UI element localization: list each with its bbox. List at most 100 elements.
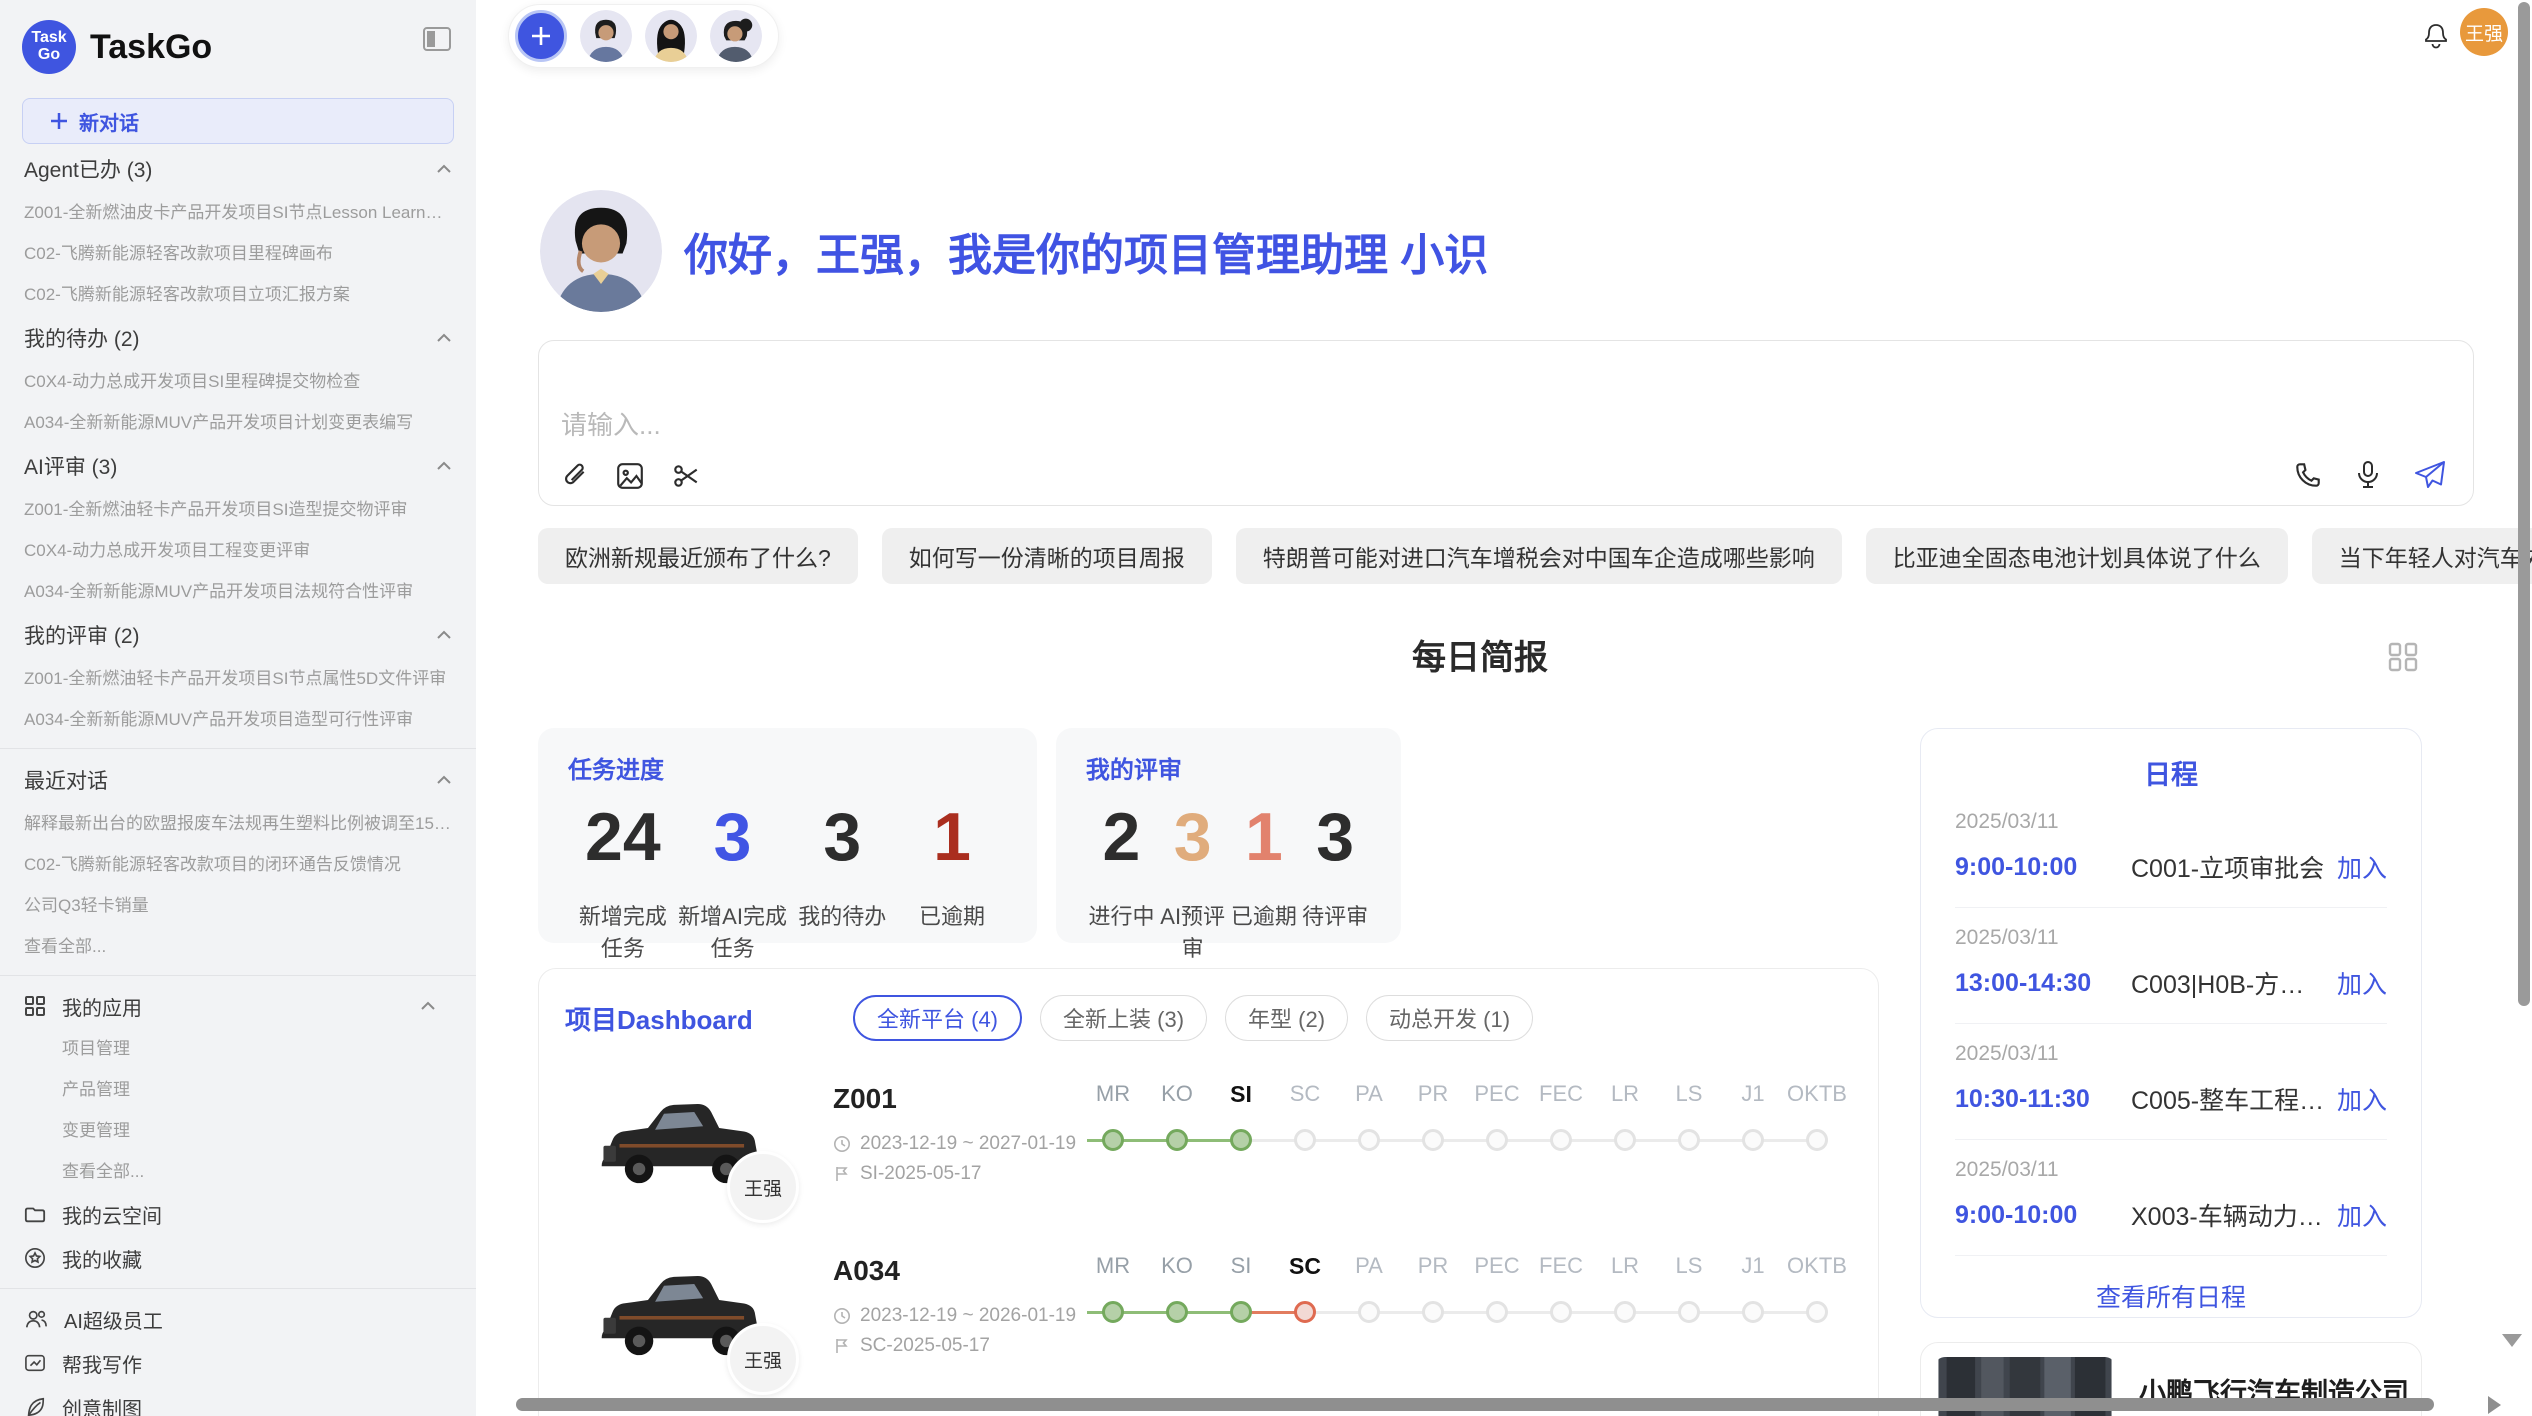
milestone[interactable]: MR bbox=[1081, 1253, 1145, 1415]
milestone[interactable]: LS bbox=[1657, 1081, 1721, 1243]
sidebar-collapse-icon[interactable] bbox=[422, 26, 452, 52]
milestone[interactable]: OKTB bbox=[1785, 1081, 1849, 1243]
sidebar-task-item[interactable]: A034-全新新能源MUV产品开发项目造型可行性评审 bbox=[0, 699, 476, 740]
suggestion-chip[interactable]: 欧洲新规最近颁布了什么? bbox=[538, 528, 858, 584]
sidebar-header: Task Go TaskGo bbox=[0, 0, 476, 82]
milestone[interactable]: SI bbox=[1209, 1081, 1273, 1243]
sidebar-section-header[interactable]: Agent已办 (3) bbox=[0, 146, 476, 192]
milestone[interactable]: FEC bbox=[1529, 1253, 1593, 1415]
sidebar-item-my-apps[interactable]: 我的应用 bbox=[0, 984, 476, 1028]
milestone[interactable]: OKTB bbox=[1785, 1253, 1849, 1415]
sidebar-section-header[interactable]: AI评审 (3) bbox=[0, 443, 476, 489]
sidebar-task-item[interactable]: Z001-全新燃油皮卡产品开发项目SI节点Lesson Learn报告 bbox=[0, 192, 476, 233]
horizontal-scrollbar[interactable] bbox=[516, 1398, 2434, 1411]
add-conversation-button[interactable] bbox=[515, 10, 567, 62]
contact-avatar[interactable] bbox=[645, 10, 697, 62]
schedule-time: 10:30-11:30 bbox=[1955, 1085, 2131, 1114]
notification-bell-icon[interactable] bbox=[2422, 20, 2450, 50]
milestone[interactable]: PR bbox=[1401, 1253, 1465, 1415]
sidebar-recent-header[interactable]: 最近对话 bbox=[0, 757, 476, 803]
milestone[interactable]: SI bbox=[1209, 1253, 1273, 1415]
scroll-down-arrow[interactable] bbox=[2502, 1334, 2522, 1347]
suggestion-chip[interactable]: 特朗普可能对进口汽车增税会对中国车企造成哪些影响 bbox=[1236, 528, 1842, 584]
project-vehicle-image: 王强 bbox=[591, 1259, 769, 1373]
suggestion-chip[interactable]: 比亚迪全固态电池计划具体说了什么 bbox=[1866, 528, 2288, 584]
milestone[interactable]: KO bbox=[1145, 1253, 1209, 1415]
sidebar-section-header[interactable]: 我的待办 (2) bbox=[0, 315, 476, 361]
app-sub-item[interactable]: 产品管理 bbox=[0, 1069, 476, 1110]
scroll-right-arrow[interactable] bbox=[2488, 1396, 2501, 1414]
project-row[interactable]: 王强 A034 2023-12-19 ~ 2026-01-19 bbox=[539, 1243, 1878, 1415]
recent-conversation-item[interactable]: 公司Q3轻卡销量 bbox=[0, 885, 476, 926]
recent-conversation-item[interactable]: 解释最新出台的欧盟报废车法规再生塑料比例被调至15%要求 bbox=[0, 803, 476, 844]
contact-avatar[interactable] bbox=[710, 10, 762, 62]
stat-label: AI预评审 bbox=[1157, 899, 1228, 963]
contact-avatar[interactable] bbox=[580, 10, 632, 62]
milestone[interactable]: PEC bbox=[1465, 1081, 1529, 1243]
milestone[interactable]: PA bbox=[1337, 1253, 1401, 1415]
milestone[interactable]: LR bbox=[1593, 1253, 1657, 1415]
milestone[interactable]: LS bbox=[1657, 1253, 1721, 1415]
join-meeting-link[interactable]: 加入 bbox=[2337, 965, 2387, 1001]
join-meeting-link[interactable]: 加入 bbox=[2337, 849, 2387, 885]
layout-grid-icon[interactable] bbox=[2386, 640, 2420, 674]
app-sub-item[interactable]: 变更管理 bbox=[0, 1110, 476, 1151]
microphone-icon[interactable] bbox=[2353, 460, 2383, 490]
dashboard-tab[interactable]: 年型 (2) bbox=[1225, 995, 1348, 1041]
suggestion-chip[interactable]: 当下年轻人对汽车外观有怎样的喜好趋势 bbox=[2312, 528, 2532, 584]
sidebar-task-item[interactable]: A034-全新新能源MUV产品开发项目计划变更表编写 bbox=[0, 402, 476, 443]
milestone-dot bbox=[1614, 1129, 1636, 1151]
new-chat-button[interactable]: 新对话 bbox=[22, 98, 454, 144]
dashboard-tab[interactable]: 动总开发 (1) bbox=[1366, 995, 1533, 1041]
sidebar-task-item[interactable]: C0X4-动力总成开发项目工程变更评审 bbox=[0, 530, 476, 571]
sidebar-task-item[interactable]: C02-飞腾新能源轻客改款项目里程碑画布 bbox=[0, 233, 476, 274]
image-icon[interactable] bbox=[615, 461, 645, 491]
app-sub-item[interactable]: 项目管理 bbox=[0, 1028, 476, 1069]
logo-line2: Go bbox=[38, 47, 60, 64]
input-action-tools bbox=[2293, 459, 2447, 491]
milestone[interactable]: PA bbox=[1337, 1081, 1401, 1243]
milestone[interactable]: FEC bbox=[1529, 1081, 1593, 1243]
view-all-schedules-link[interactable]: 查看所有日程 bbox=[1955, 1256, 2387, 1324]
paperclip-icon[interactable] bbox=[559, 461, 589, 491]
project-row[interactable]: 王强 Z001 2023-12-19 ~ 2027-01-19 bbox=[539, 1071, 1878, 1243]
sidebar-task-item[interactable]: C0X4-动力总成开发项目SI里程碑提交物检查 bbox=[0, 361, 476, 402]
milestone[interactable]: LR bbox=[1593, 1081, 1657, 1243]
apps-view-all[interactable]: 查看全部... bbox=[0, 1151, 476, 1192]
milestone[interactable]: SC bbox=[1273, 1253, 1337, 1415]
flag-icon bbox=[833, 1165, 851, 1183]
sidebar-item-help-me-write[interactable]: 帮我写作 bbox=[0, 1341, 476, 1385]
sidebar-task-item[interactable]: C02-飞腾新能源轻客改款项目立项汇报方案 bbox=[0, 274, 476, 315]
user-avatar[interactable]: 王强 bbox=[2460, 8, 2508, 56]
sidebar-section-header[interactable]: 我的评审 (2) bbox=[0, 612, 476, 658]
scissors-icon[interactable] bbox=[671, 461, 701, 491]
phone-icon[interactable] bbox=[2293, 460, 2323, 490]
suggestion-chip[interactable]: 如何写一份清晰的项目周报 bbox=[882, 528, 1212, 584]
sidebar-task-item[interactable]: Z001-全新燃油轻卡产品开发项目SI造型提交物评审 bbox=[0, 489, 476, 530]
flag-icon bbox=[833, 1337, 851, 1355]
sidebar-task-item[interactable]: A034-全新新能源MUV产品开发项目法规符合性评审 bbox=[0, 571, 476, 612]
send-icon[interactable] bbox=[2413, 459, 2447, 491]
milestone-label: LS bbox=[1676, 1081, 1703, 1107]
dashboard-tab[interactable]: 全新上装 (3) bbox=[1040, 995, 1207, 1041]
milestone[interactable]: MR bbox=[1081, 1081, 1145, 1243]
sidebar-item-ai-super-staff[interactable]: AI超级员工 bbox=[0, 1297, 476, 1341]
milestone[interactable]: PEC bbox=[1465, 1253, 1529, 1415]
vertical-scrollbar[interactable] bbox=[2518, 2, 2530, 1006]
milestone[interactable]: J1 bbox=[1721, 1081, 1785, 1243]
milestone[interactable]: KO bbox=[1145, 1081, 1209, 1243]
sidebar-item-creative-drawing[interactable]: 创意制图 bbox=[0, 1385, 476, 1416]
chat-input[interactable]: 请输入... bbox=[561, 405, 661, 442]
dashboard-tab[interactable]: 全新平台 (4) bbox=[853, 995, 1022, 1041]
milestone[interactable]: J1 bbox=[1721, 1253, 1785, 1415]
join-meeting-link[interactable]: 加入 bbox=[2337, 1081, 2387, 1117]
milestone[interactable]: SC bbox=[1273, 1081, 1337, 1243]
sidebar-task-item[interactable]: Z001-全新燃油轻卡产品开发项目SI节点属性5D文件评审 bbox=[0, 658, 476, 699]
milestone-label: FEC bbox=[1539, 1081, 1583, 1107]
recent-conversation-item[interactable]: C02-飞腾新能源轻客改款项目的闭环通告反馈情况 bbox=[0, 844, 476, 885]
join-meeting-link[interactable]: 加入 bbox=[2337, 1197, 2387, 1233]
recent-view-all[interactable]: 查看全部... bbox=[0, 926, 476, 967]
milestone[interactable]: PR bbox=[1401, 1081, 1465, 1243]
sidebar-item-favorites[interactable]: 我的收藏 bbox=[0, 1236, 476, 1280]
sidebar-item-cloud-space[interactable]: 我的云空间 bbox=[0, 1192, 476, 1236]
